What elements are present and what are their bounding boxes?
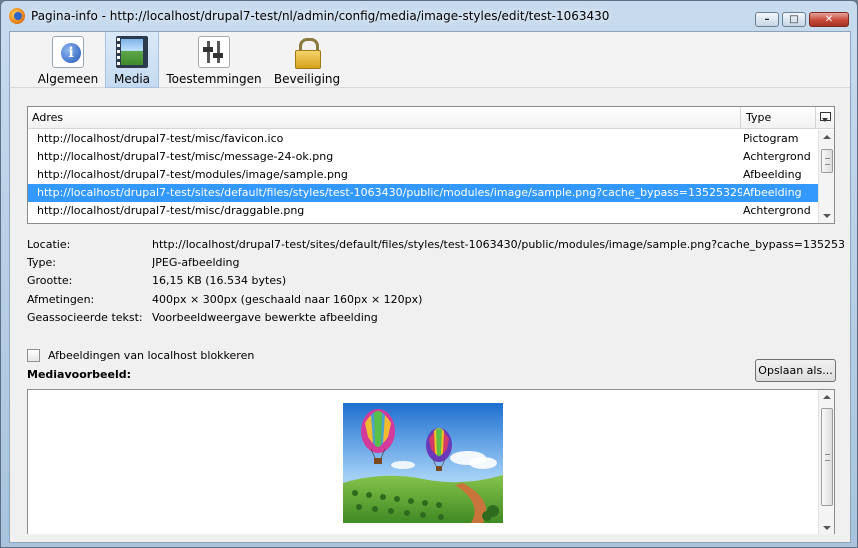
- tab-toestemmingen[interactable]: Toestemmingen: [166, 32, 262, 88]
- row-address: http://localhost/drupal7-test/misc/messa…: [37, 150, 334, 163]
- list-row[interactable]: http://localhost/drupal7-test/misc/dragg…: [28, 202, 818, 220]
- list-header: Adres Type: [28, 107, 834, 129]
- column-header-adres[interactable]: Adres: [28, 107, 741, 128]
- tab-label: Media: [113, 72, 151, 86]
- film-icon: [116, 36, 148, 68]
- lock-icon: [291, 36, 323, 69]
- location-value[interactable]: http://localhost/drupal7-test/sites/defa…: [152, 236, 844, 254]
- media-details: Locatie: http://localhost/drupal7-test/s…: [27, 236, 847, 327]
- column-header-type[interactable]: Type: [742, 107, 816, 128]
- row-type: Afbeelding: [743, 186, 802, 199]
- row-address: http://localhost/drupal7-test/modules/im…: [37, 168, 348, 181]
- title-bar[interactable]: Pagina-info - http://localhost/drupal7-t…: [1, 1, 857, 31]
- row-type: Achtergrond: [743, 204, 811, 217]
- list-row[interactable]: http://localhost/drupal7-test/modules/im…: [28, 166, 818, 184]
- permissions-icon: [198, 36, 230, 68]
- row-address: http://localhost/drupal7-test/sites/defa…: [37, 186, 742, 199]
- window-controls: – □ ✕: [755, 12, 849, 27]
- scroll-up-icon[interactable]: [823, 135, 831, 139]
- scroll-down-icon[interactable]: [823, 214, 831, 218]
- dimensions-label: Afmetingen:: [27, 292, 95, 306]
- tab-toolbar: Algemeen Media Toestemmingen Beveiliging: [10, 32, 850, 88]
- window-title: Pagina-info - http://localhost/drupal7-t…: [31, 9, 610, 23]
- row-type: Afbeelding: [743, 168, 802, 181]
- maximize-button[interactable]: □: [782, 12, 806, 27]
- row-address: http://localhost/drupal7-test/misc/dragg…: [37, 204, 305, 217]
- tab-algemeen[interactable]: Algemeen: [32, 32, 104, 88]
- row-type: Pictogram: [743, 132, 799, 145]
- minimize-button[interactable]: –: [755, 12, 779, 27]
- tab-label: Algemeen: [37, 72, 99, 86]
- block-images-label[interactable]: Afbeeldingen van localhost blokkeren: [48, 349, 254, 362]
- dimensions-value: 400px × 300px (geschaald naar 160px × 12…: [152, 292, 423, 306]
- scroll-down-icon[interactable]: [823, 526, 831, 530]
- size-value: 16,15 KB (16.534 bytes): [152, 274, 287, 288]
- page-info-window: Pagina-info - http://localhost/drupal7-t…: [0, 0, 858, 548]
- media-list[interactable]: Adres Type http://localhost/drupal7-test…: [27, 106, 835, 224]
- list-row[interactable]: http://localhost/drupal7-test/misc/messa…: [28, 148, 818, 166]
- associated-text-label: Geassocieerde tekst:: [27, 310, 143, 324]
- dialog-body: Algemeen Media Toestemmingen Beveiliging…: [9, 31, 851, 543]
- tab-media[interactable]: Media: [105, 32, 159, 88]
- type-label: Type:: [27, 256, 56, 270]
- size-label: Grootte:: [27, 274, 73, 288]
- list-rows: http://localhost/drupal7-test/misc/favic…: [28, 130, 818, 220]
- list-scrollbar[interactable]: [818, 130, 834, 223]
- scroll-up-icon[interactable]: [823, 395, 831, 399]
- block-images-checkbox[interactable]: [27, 348, 40, 362]
- scroll-thumb[interactable]: [821, 149, 833, 173]
- minimize-icon: –: [764, 14, 770, 25]
- tab-beveiliging[interactable]: Beveiliging: [272, 32, 342, 88]
- preview-label: Mediavoorbeeld:: [27, 368, 132, 381]
- close-button[interactable]: ✕: [809, 12, 849, 27]
- location-label: Locatie:: [27, 238, 71, 251]
- tab-label: Toestemmingen: [166, 72, 262, 86]
- tab-label: Beveiliging: [273, 72, 341, 86]
- column-picker-icon[interactable]: [818, 110, 832, 124]
- info-icon: [52, 36, 84, 68]
- type-value: JPEG-afbeelding: [152, 256, 240, 270]
- maximize-icon: □: [789, 14, 799, 25]
- save-as-button[interactable]: Opslaan als...: [755, 359, 836, 382]
- block-images-row[interactable]: Afbeeldingen van localhost blokkeren: [27, 346, 254, 364]
- row-type: Achtergrond: [743, 150, 811, 163]
- list-row[interactable]: http://localhost/drupal7-test/misc/favic…: [28, 130, 818, 148]
- row-address: http://localhost/drupal7-test/misc/favic…: [37, 132, 284, 145]
- list-row-selected[interactable]: http://localhost/drupal7-test/sites/defa…: [28, 184, 818, 202]
- firefox-icon: [9, 8, 25, 24]
- media-preview: [27, 389, 835, 534]
- associated-text-value: Voorbeeldweergave bewerkte afbeelding: [152, 310, 378, 324]
- preview-image: [343, 403, 503, 523]
- scroll-thumb[interactable]: [821, 408, 833, 506]
- preview-scrollbar[interactable]: [818, 390, 834, 534]
- close-icon: ✕: [824, 14, 834, 25]
